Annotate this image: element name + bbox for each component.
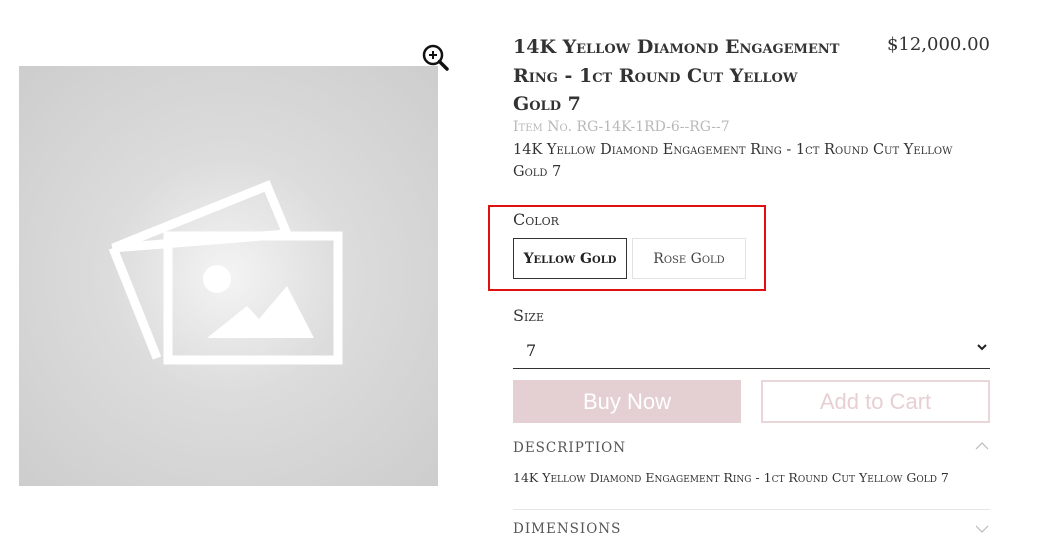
zoom-in-icon[interactable] [421,43,451,73]
accordion-divider [513,509,990,510]
add-to-cart-button[interactable]: Add to Cart [761,380,990,423]
color-option-rose-gold[interactable]: Rose Gold [632,238,746,279]
buy-now-button[interactable]: Buy Now [513,380,741,423]
item-number: Item No. RG-14K-1RD-6--RG--7 [513,119,730,135]
dimensions-label: DIMENSIONS [513,521,622,537]
description-label: DESCRIPTION [513,440,627,456]
product-price: $12,000.00 [886,34,990,55]
product-image[interactable] [19,66,438,486]
description-toggle[interactable]: DESCRIPTION [513,440,990,456]
image-placeholder-icon [108,180,343,365]
description-body: 14K Yellow Diamond Engagement Ring - 1ct… [513,470,949,485]
chevron-up-icon [975,442,989,450]
product-subtitle: 14K Yellow Diamond Engagement Ring - 1ct… [513,142,953,180]
chevron-down-icon [977,344,987,351]
color-option-yellow-gold[interactable]: Yellow Gold [513,238,627,279]
size-label: Size [513,306,544,325]
chevron-down-icon [975,525,989,533]
size-select[interactable]: 7 [513,333,990,369]
dimensions-toggle[interactable]: DIMENSIONS [513,521,990,537]
product-title: 14K Yellow Diamond Engagement Ring - 1ct… [513,36,840,115]
size-value: 7 [526,341,537,360]
